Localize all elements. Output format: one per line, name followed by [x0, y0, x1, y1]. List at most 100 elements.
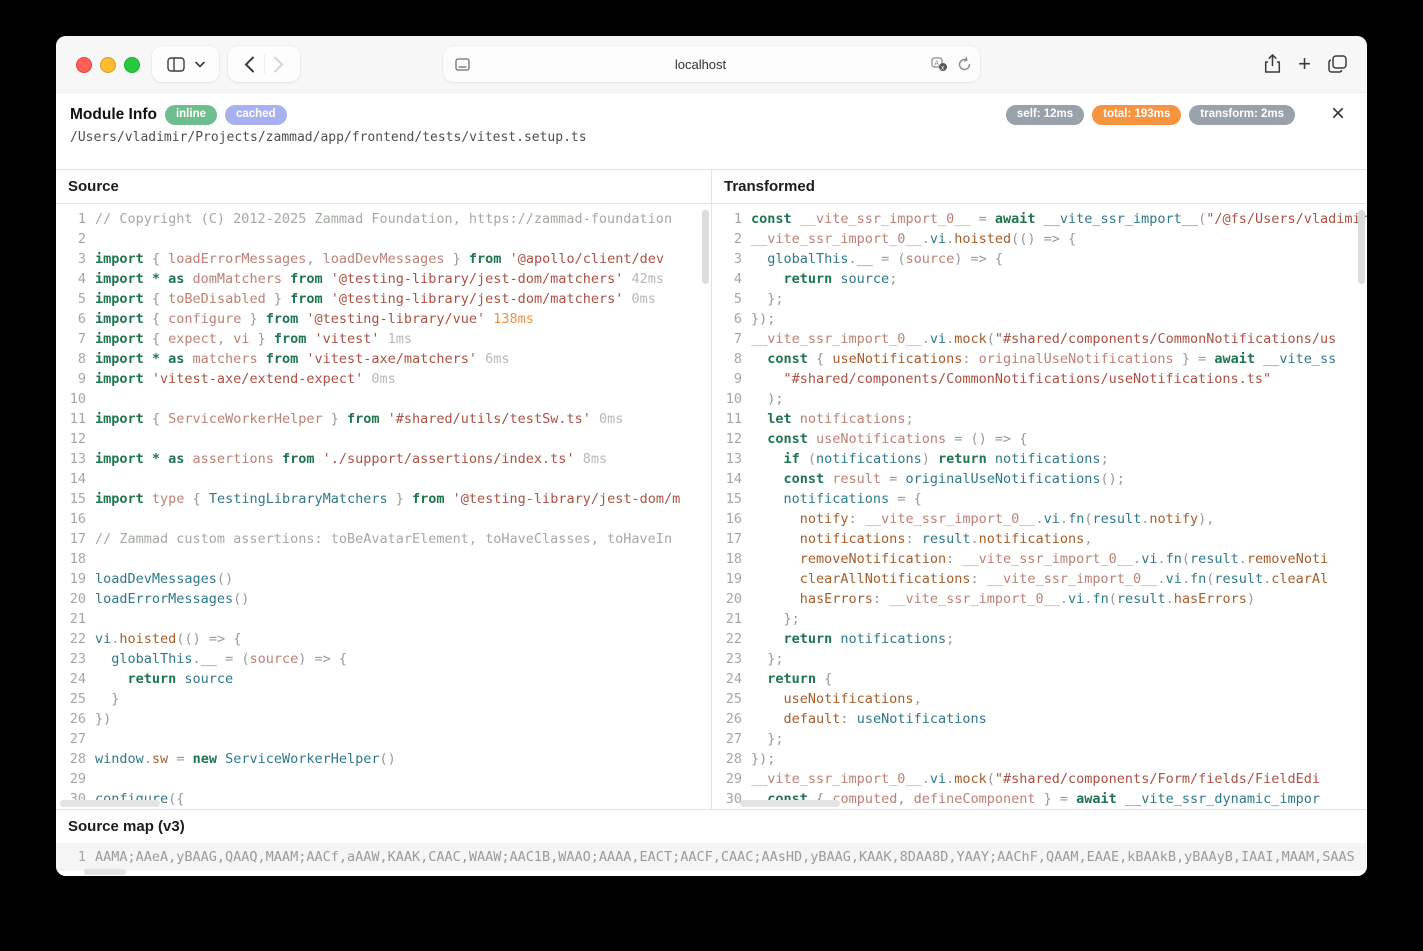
- transformed-pane-title: Transformed: [712, 170, 1367, 204]
- code-line: 14 const result = originalUseNotificatio…: [712, 469, 1367, 489]
- source-vertical-scrollbar[interactable]: [702, 210, 709, 284]
- code-line: 16: [56, 509, 711, 529]
- code-line: 26 default: useNotifications: [712, 709, 1367, 729]
- code-line: 24 return source: [56, 669, 711, 689]
- close-window-button[interactable]: [76, 57, 92, 73]
- transformed-vertical-scrollbar[interactable]: [1358, 210, 1365, 284]
- svg-text:A: A: [934, 60, 939, 67]
- code-line: 25 useNotifications,: [712, 689, 1367, 709]
- transform-time-badge: transform: 2ms: [1189, 105, 1295, 125]
- code-line: 11import { ServiceWorkerHelper } from '#…: [56, 409, 711, 429]
- code-line: 5 };: [712, 289, 1367, 309]
- translate-icon[interactable]: A x: [931, 57, 948, 72]
- module-info-header: Module Info inline cached self: 12ms tot…: [56, 93, 1367, 169]
- module-file-path: /Users/vladimir/Projects/zammad/app/fron…: [56, 125, 1367, 145]
- code-line: 6import { configure } from '@testing-lib…: [56, 309, 711, 329]
- code-line: 29: [56, 769, 711, 789]
- code-line: 5import { toBeDisabled } from '@testing-…: [56, 289, 711, 309]
- code-panes: Source 1// Copyright (C) 2012-2025 Zamma…: [56, 169, 1367, 809]
- inline-badge: inline: [165, 105, 217, 125]
- sourcemap-mappings: AAMA;AAeA,yBAAG,QAAQ,MAAM;AACf,aAAW,KAAK…: [95, 849, 1355, 865]
- transformed-pane: Transformed 1const __vite_ssr_import_0__…: [711, 170, 1367, 809]
- code-line: 19 clearAllNotifications: __vite_ssr_imp…: [712, 569, 1367, 589]
- code-line: 24 return {: [712, 669, 1367, 689]
- source-pane: Source 1// Copyright (C) 2012-2025 Zamma…: [56, 170, 711, 809]
- code-line: 28});: [712, 749, 1367, 769]
- minimize-window-button[interactable]: [100, 57, 116, 73]
- code-line: 22vi.hoisted(() => {: [56, 629, 711, 649]
- total-time-badge: total: 193ms: [1092, 105, 1181, 125]
- code-line: 9 "#shared/components/CommonNotification…: [712, 369, 1367, 389]
- code-line: 18: [56, 549, 711, 569]
- forward-button[interactable]: [273, 56, 284, 73]
- code-line: 12: [56, 429, 711, 449]
- code-line: 27: [56, 729, 711, 749]
- timing-badges: self: 12ms total: 193ms transform: 2ms: [1006, 105, 1295, 125]
- code-line: 23 globalThis.__ = (source) => {: [56, 649, 711, 669]
- transformed-code-area[interactable]: 1const __vite_ssr_import_0__ = await __v…: [712, 204, 1367, 809]
- reload-icon[interactable]: [957, 57, 972, 72]
- code-line: 8 const { useNotifications: originalUseN…: [712, 349, 1367, 369]
- code-line: 7__vite_ssr_import_0__.vi.mock("#shared/…: [712, 329, 1367, 349]
- nav-buttons: [228, 46, 300, 82]
- code-line: 12 const useNotifications = () => {: [712, 429, 1367, 449]
- sourcemap-line-number: 1: [56, 849, 95, 865]
- code-line: 8import * as matchers from 'vitest-axe/m…: [56, 349, 711, 369]
- sourcemap-section: Source map (v3) 1 AAMA;AAeA,yBAAG,QAAQ,M…: [56, 809, 1367, 876]
- back-button[interactable]: [244, 56, 255, 73]
- code-line: 20loadErrorMessages(): [56, 589, 711, 609]
- page-title: Module Info: [70, 106, 157, 124]
- tab-overview-button[interactable]: [1328, 55, 1347, 73]
- code-line: 9import 'vitest-axe/extend-expect' 0ms: [56, 369, 711, 389]
- close-panel-button[interactable]: ×: [1325, 101, 1351, 127]
- url-text: localhost: [470, 57, 931, 72]
- code-line: 15import type { TestingLibraryMatchers }…: [56, 489, 711, 509]
- code-line: 2__vite_ssr_import_0__.vi.hoisted(() => …: [712, 229, 1367, 249]
- sidebar-toggle-button[interactable]: [152, 46, 219, 82]
- code-line: 27 };: [712, 729, 1367, 749]
- code-line: 3 globalThis.__ = (source) => {: [712, 249, 1367, 269]
- source-horizontal-scrollbar[interactable]: [60, 800, 160, 807]
- transformed-horizontal-scrollbar[interactable]: [740, 800, 840, 807]
- code-line: 26}): [56, 709, 711, 729]
- browser-titlebar: localhost A x: [56, 36, 1367, 93]
- code-line: 29__vite_ssr_import_0__.vi.mock("#shared…: [712, 769, 1367, 789]
- code-line: 1// Copyright (C) 2012-2025 Zammad Found…: [56, 209, 711, 229]
- code-line: 17// Zammad custom assertions: toBeAvata…: [56, 529, 711, 549]
- window-controls: [76, 57, 140, 73]
- code-line: 20 hasErrors: __vite_ssr_import_0__.vi.f…: [712, 589, 1367, 609]
- code-line: 4 return source;: [712, 269, 1367, 289]
- code-line: 3import { loadErrorMessages, loadDevMess…: [56, 249, 711, 269]
- browser-window: localhost A x: [56, 36, 1367, 876]
- url-bar[interactable]: localhost A x: [443, 46, 980, 82]
- chevron-down-icon: [195, 61, 205, 68]
- code-line: 10 );: [712, 389, 1367, 409]
- sourcemap-title: Source map (v3): [56, 810, 1367, 843]
- self-time-badge: self: 12ms: [1006, 105, 1084, 125]
- code-line: 4import * as domMatchers from '@testing-…: [56, 269, 711, 289]
- code-line: 2: [56, 229, 711, 249]
- code-line: 14: [56, 469, 711, 489]
- page-icon: [455, 58, 470, 71]
- source-pane-title: Source: [56, 170, 711, 204]
- cached-badge: cached: [225, 105, 287, 125]
- share-button[interactable]: [1264, 54, 1281, 74]
- code-line: 22 return notifications;: [712, 629, 1367, 649]
- code-line: 7import { expect, vi } from 'vitest' 1ms: [56, 329, 711, 349]
- source-code-area[interactable]: 1// Copyright (C) 2012-2025 Zammad Found…: [56, 204, 711, 809]
- new-tab-button[interactable]: +: [1298, 53, 1311, 75]
- code-line: 16 notify: __vite_ssr_import_0__.vi.fn(r…: [712, 509, 1367, 529]
- zoom-window-button[interactable]: [124, 57, 140, 73]
- code-line: 28window.sw = new ServiceWorkerHelper(): [56, 749, 711, 769]
- code-line: 15 notifications = {: [712, 489, 1367, 509]
- code-line: 19loadDevMessages(): [56, 569, 711, 589]
- sourcemap-horizontal-scrollbar[interactable]: [84, 869, 126, 875]
- code-line: 23 };: [712, 649, 1367, 669]
- code-line: 1const __vite_ssr_import_0__ = await __v…: [712, 209, 1367, 229]
- code-line: 13 if (notifications) return notificatio…: [712, 449, 1367, 469]
- code-line: 6});: [712, 309, 1367, 329]
- code-line: 25 }: [56, 689, 711, 709]
- sourcemap-line[interactable]: 1 AAMA;AAeA,yBAAG,QAAQ,MAAM;AACf,aAAW,KA…: [56, 843, 1367, 871]
- code-line: 18 removeNotification: __vite_ssr_import…: [712, 549, 1367, 569]
- code-line: 17 notifications: result.notifications,: [712, 529, 1367, 549]
